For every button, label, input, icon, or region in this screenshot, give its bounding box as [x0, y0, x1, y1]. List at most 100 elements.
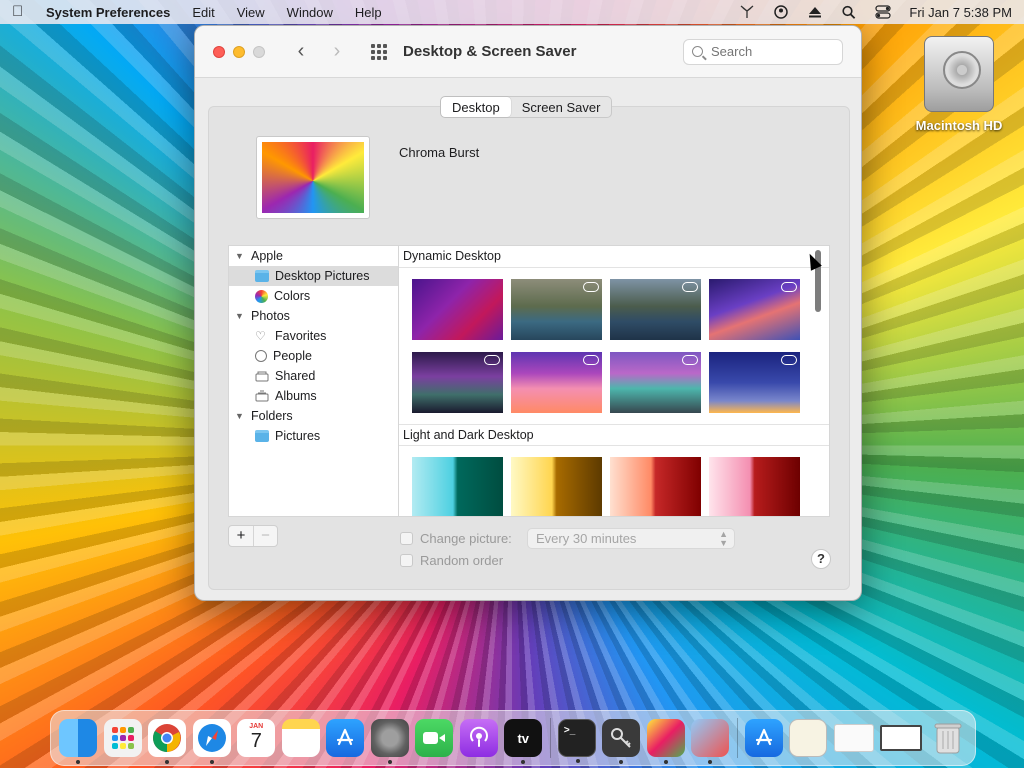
title-bar: ‹ › Desktop & Screen Saver	[195, 26, 861, 78]
back-chevron-icon[interactable]: ‹	[291, 40, 311, 63]
minimized-window-icon[interactable]	[833, 724, 874, 752]
disclosure-chevron-icon[interactable]: ▼	[235, 311, 245, 321]
calendar-icon[interactable]: JAN 7	[237, 719, 276, 757]
sidebar-item-people[interactable]: People	[229, 346, 399, 366]
disclosure-chevron-icon[interactable]: ▼	[235, 411, 245, 421]
dock-separator	[736, 718, 738, 758]
apple-menu-icon[interactable]: 	[12, 4, 26, 20]
dock: JAN 7 tv >_	[50, 710, 976, 766]
change-picture-label: Change picture:	[420, 531, 512, 546]
tab-screen-saver[interactable]: Screen Saver	[511, 97, 612, 117]
trash-icon[interactable]	[929, 719, 967, 757]
wallpaper-thumb-bigsur-5[interactable]	[709, 352, 800, 413]
facetime-icon[interactable]	[415, 719, 454, 757]
wallpaper-browser: Dynamic Desktop Light and Dark Desktop	[398, 245, 830, 517]
sidebar-group-photos[interactable]: ▼ Photos	[229, 306, 399, 326]
sidebar-item-pictures[interactable]: Pictures	[229, 426, 399, 446]
wallpaper-thumb-monterey[interactable]	[412, 279, 503, 340]
download-cloud-icon[interactable]	[583, 355, 599, 365]
sidebar-item-shared[interactable]: Shared	[229, 366, 399, 386]
show-all-grid-icon[interactable]	[371, 43, 387, 60]
calendar-day: 7	[250, 730, 262, 752]
disclosure-chevron-icon[interactable]: ▼	[235, 251, 245, 261]
podcasts-icon[interactable]	[459, 719, 498, 757]
minimized-window-icon-2[interactable]	[880, 725, 923, 751]
terminal-icon[interactable]: >_	[557, 719, 596, 763]
utility-tools-icon[interactable]	[691, 719, 730, 764]
sidebar-item-desktop-pictures[interactable]: Desktop Pictures	[229, 266, 399, 286]
section-header-dynamic: Dynamic Desktop	[399, 246, 829, 268]
keychain-access-icon[interactable]	[602, 719, 641, 764]
download-cloud-icon[interactable]	[484, 355, 500, 365]
help-button[interactable]: ?	[811, 549, 831, 569]
app-store-icon[interactable]	[326, 719, 365, 757]
menu-bar:  System Preferences Edit View Window He…	[0, 0, 1024, 24]
sidebar-item-albums[interactable]: Albums	[229, 386, 399, 406]
desktop-screen-saver-window: ‹ › Desktop & Screen Saver Desktop Scree…	[194, 25, 862, 601]
change-picture-checkbox[interactable]	[400, 532, 413, 545]
system-preferences-icon[interactable]	[370, 719, 409, 764]
download-cloud-icon[interactable]	[682, 282, 698, 292]
wallpaper-thumb-yellow[interactable]	[511, 457, 602, 516]
search-field[interactable]	[683, 38, 843, 65]
shared-album-icon	[255, 370, 269, 382]
document-stack-icon[interactable]	[789, 719, 828, 757]
wallpaper-thumb-teal[interactable]	[412, 457, 503, 516]
menubar-clock[interactable]: Fri Jan 7 5:38 PM	[909, 5, 1012, 20]
wallpaper-thumb-bigsur-2[interactable]	[412, 352, 503, 413]
notes-icon[interactable]	[281, 719, 320, 757]
wallpaper-name: Chroma Burst	[399, 145, 480, 160]
menu-edit[interactable]: Edit	[192, 5, 214, 20]
wallpaper-thumb-orange[interactable]	[610, 457, 701, 516]
change-picture-option: Change picture:	[400, 531, 512, 546]
wallpaper-thumb-red[interactable]	[709, 457, 800, 516]
wallpaper-thumb-catalina-2[interactable]	[610, 279, 701, 340]
forward-chevron-icon[interactable]: ›	[327, 40, 347, 63]
safari-icon[interactable]	[192, 719, 231, 764]
minimize-button[interactable]	[233, 45, 245, 58]
wallpaper-thumb-bigsur-3[interactable]	[511, 352, 602, 413]
tab-control: Desktop Screen Saver	[440, 96, 613, 118]
sidebar-item-colors[interactable]: Colors	[229, 286, 399, 306]
download-cloud-icon[interactable]	[682, 355, 698, 365]
wallpaper-thumb-bigsur-4[interactable]	[610, 352, 701, 413]
close-button[interactable]	[213, 45, 225, 58]
remove-folder-button[interactable]: −	[253, 526, 277, 546]
download-cloud-icon[interactable]	[781, 282, 797, 292]
tab-desktop[interactable]: Desktop	[441, 97, 511, 117]
folder-icon	[255, 270, 269, 282]
chrome-icon[interactable]	[148, 719, 187, 764]
zoom-button[interactable]	[253, 45, 265, 58]
search-input[interactable]	[711, 44, 831, 59]
macintosh-hd-drive[interactable]: Macintosh HD	[912, 36, 1006, 133]
album-stack-icon	[255, 390, 269, 402]
download-cloud-icon[interactable]	[781, 355, 797, 365]
download-cloud-icon[interactable]	[583, 282, 599, 292]
add-folder-button[interactable]: +	[229, 526, 253, 546]
interval-popup[interactable]: Every 30 minutes ▲ ▼	[527, 528, 735, 549]
menu-window[interactable]: Window	[287, 5, 333, 20]
light-dark-wallpaper-grid	[399, 446, 829, 516]
calendar-month: JAN	[249, 723, 264, 730]
add-remove-control: + −	[228, 525, 278, 547]
wallpaper-thumb-catalina-1[interactable]	[511, 279, 602, 340]
tv-icon[interactable]: tv	[504, 719, 543, 764]
eject-icon[interactable]	[807, 5, 823, 19]
menu-help[interactable]: Help	[355, 5, 382, 20]
app-store-folder-icon[interactable]	[744, 719, 783, 757]
control-center-icon[interactable]	[875, 5, 891, 19]
antenna-icon[interactable]	[739, 5, 755, 19]
sidebar-item-favorites[interactable]: ♡ Favorites	[229, 326, 399, 346]
app-menu[interactable]: System Preferences	[46, 5, 170, 20]
preview-icon[interactable]	[646, 719, 685, 764]
sidebar-group-apple[interactable]: ▼ Apple	[229, 246, 399, 266]
random-order-checkbox[interactable]	[400, 554, 413, 567]
hard-drive-icon	[924, 36, 994, 112]
launchpad-icon[interactable]	[103, 719, 142, 757]
menu-view[interactable]: View	[237, 5, 265, 20]
wallpaper-thumb-bigsur-1[interactable]	[709, 279, 800, 340]
sidebar-group-folders[interactable]: ▼ Folders	[229, 406, 399, 426]
user-icon[interactable]	[773, 5, 789, 19]
finder-icon[interactable]	[59, 719, 98, 764]
search-icon[interactable]	[841, 5, 857, 19]
